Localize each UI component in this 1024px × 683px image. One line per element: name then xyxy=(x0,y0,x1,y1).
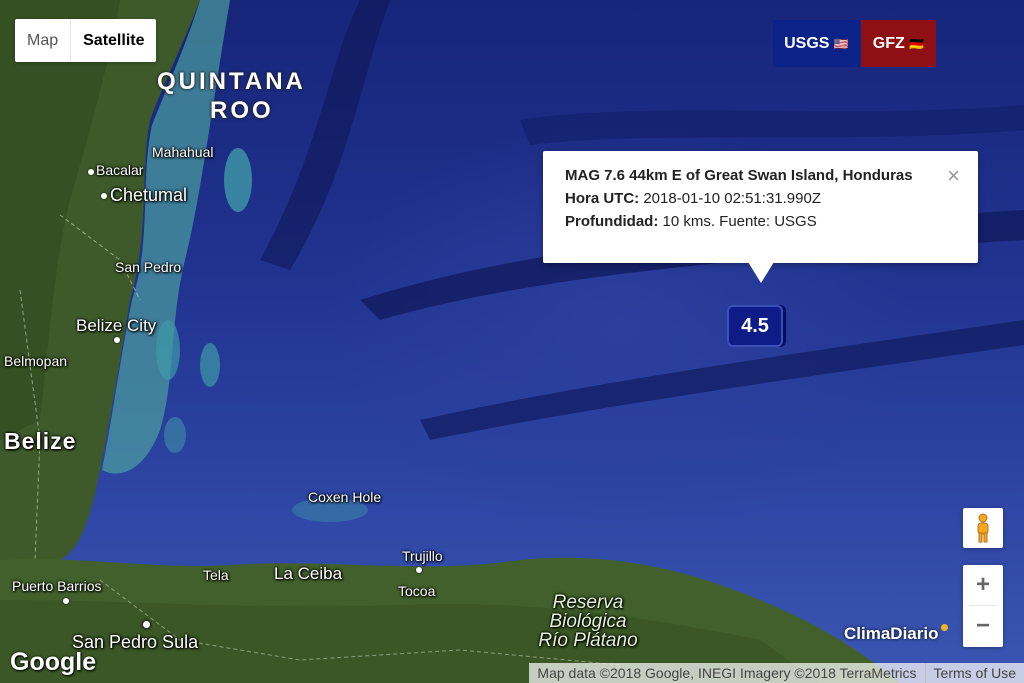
label-tela: Tela xyxy=(203,567,229,583)
label-tocoa: Tocoa xyxy=(398,583,436,599)
pegman-control[interactable] xyxy=(963,508,1003,548)
label-roo: ROO xyxy=(210,97,274,124)
terrain-layer xyxy=(0,0,1024,683)
pegman-icon xyxy=(977,513,989,543)
gfz-label: GFZ xyxy=(872,35,905,52)
label-belize-city: Belize City xyxy=(76,316,157,335)
label-quintana: QUINTANA xyxy=(157,68,306,95)
close-icon[interactable]: × xyxy=(947,163,960,189)
label-san-pedro: San Pedro xyxy=(115,259,182,275)
earthquake-marker[interactable]: 4.5 xyxy=(727,305,783,347)
label-belmopan: Belmopan xyxy=(4,353,68,369)
us-flag-icon: 🇺🇸 xyxy=(833,37,849,51)
city-dot xyxy=(101,193,107,199)
city-dot xyxy=(114,337,120,343)
label-mahahual: Mahahual xyxy=(152,144,214,160)
label-la-ceiba: La Ceiba xyxy=(274,564,343,583)
earthquake-info-window: MAG 7.6 44km E of Great Swan Island, Hon… xyxy=(543,151,978,283)
label-belize: Belize xyxy=(4,428,77,454)
sun-icon xyxy=(941,624,949,631)
info-depth: Profundidad: 10 kms. Fuente: USGS xyxy=(565,213,817,230)
city-dot xyxy=(88,169,94,175)
city-dot xyxy=(142,620,151,629)
map-view-button[interactable]: Map xyxy=(15,19,72,62)
city-dot xyxy=(63,598,69,604)
satellite-map[interactable]: Map Satellite USGS 🇺🇸 GFZ 🇩🇪 QUINTANA RO… xyxy=(0,0,1024,683)
info-time-value: 2018-01-10 02:51:31.990Z xyxy=(643,190,821,207)
zoom-in-button[interactable]: + xyxy=(963,565,1003,605)
climadiario-text: ClimaDiario xyxy=(844,624,939,643)
label-reserva-line2: Biológica xyxy=(549,611,627,632)
label-coxen-hole: Coxen Hole xyxy=(308,489,382,505)
info-time-label: Hora UTC: xyxy=(565,190,640,207)
usgs-label: USGS xyxy=(784,35,830,52)
terms-of-use-link[interactable]: Terms of Use xyxy=(924,663,1024,683)
attribution-bar: Map data ©2018 Google, INEGI Imagery ©20… xyxy=(529,663,1024,683)
info-depth-value: 10 kms. Fuente: USGS xyxy=(662,213,817,230)
info-depth-label: Profundidad: xyxy=(565,213,659,230)
label-bacalar: Bacalar xyxy=(96,162,144,178)
zoom-out-button[interactable]: − xyxy=(963,606,1003,646)
label-chetumal: Chetumal xyxy=(110,185,188,205)
map-type-control: Map Satellite xyxy=(15,19,157,62)
info-time: Hora UTC: 2018-01-10 02:51:31.990Z xyxy=(565,190,821,207)
label-reserva-line3: Río Plátano xyxy=(538,630,638,651)
label-puerto-barrios: Puerto Barrios xyxy=(12,578,102,594)
gfz-source-button[interactable]: GFZ 🇩🇪 xyxy=(861,20,936,67)
label-reserva: Reserva Biológica Río Plátano xyxy=(533,593,643,650)
climadiario-logo: ClimaDiario xyxy=(844,624,949,644)
de-flag-icon: 🇩🇪 xyxy=(909,37,925,51)
satellite-view-button[interactable]: Satellite xyxy=(71,19,156,62)
info-title: MAG 7.6 44km E of Great Swan Island, Hon… xyxy=(565,167,913,184)
zoom-control: + − xyxy=(963,565,1003,647)
label-reserva-line1: Reserva xyxy=(552,592,624,613)
usgs-source-button[interactable]: USGS 🇺🇸 xyxy=(773,20,860,67)
label-trujillo: Trujillo xyxy=(402,548,443,564)
google-logo: Google xyxy=(10,648,97,676)
map-data-attribution: Map data ©2018 Google, INEGI Imagery ©20… xyxy=(537,665,917,681)
city-dot xyxy=(416,567,422,573)
